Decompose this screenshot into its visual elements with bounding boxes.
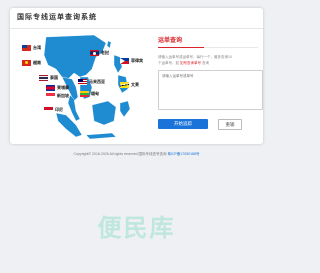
taiwan-flag-icon xyxy=(22,45,31,51)
reset-button[interactable]: 重输 xyxy=(218,119,242,130)
vietnam-flag-icon xyxy=(22,60,31,66)
singapore-flag-icon xyxy=(46,93,55,99)
title-divider xyxy=(158,47,258,48)
southeast-asia-map: 台湾 越南 老挝 菲律宾 泰国 马来西亚 柬埔寨 缅甸 文莱 新加坡 印尼 xyxy=(16,35,148,140)
start-tracking-button[interactable]: 开始追踪 xyxy=(158,119,208,129)
query-panel: 运单查询 请输入运单号或运单号，每行一个，最多查询10 个运单号，如 如号查询单… xyxy=(158,35,263,130)
country-cambodia[interactable]: 柬埔寨 xyxy=(46,85,69,91)
country-taiwan[interactable]: 台湾 xyxy=(22,45,41,51)
hint-middle: 个运单号，如 xyxy=(158,61,179,65)
country-philippines[interactable]: 菲律宾 xyxy=(120,58,143,64)
country-singapore[interactable]: 新加坡 xyxy=(46,93,69,99)
country-indonesia[interactable]: 印尼 xyxy=(44,107,63,113)
query-actions: 开始追踪 重输 xyxy=(158,119,258,130)
laos-flag-icon xyxy=(90,50,99,56)
brunei-flag-icon xyxy=(120,82,129,88)
malaysia-flag-icon xyxy=(78,79,87,85)
hint-example: 如号查询单号 xyxy=(179,61,201,65)
country-malaysia[interactable]: 马来西亚 xyxy=(78,79,105,85)
thailand-flag-icon xyxy=(39,75,48,81)
cambodia-flag-icon xyxy=(46,85,55,91)
icp-link[interactable]: 粤ICP备17050188号 xyxy=(168,152,200,156)
indonesia-flag-icon xyxy=(44,107,53,113)
query-hint: 请输入运单号或运单号，每行一个，最多查询10 个运单号，如 如号查询单号 查询 xyxy=(158,54,258,66)
myanmar-flag-icon xyxy=(80,91,89,97)
country-vietnam[interactable]: 越南 xyxy=(22,60,41,66)
tracking-number-input[interactable] xyxy=(158,70,263,110)
hint-prefix: 请输入运单号或运单号，每行一个，最多查询10 xyxy=(158,55,232,59)
watermark-logo: 便民库 xyxy=(97,214,176,242)
philippines-flag-icon xyxy=(120,58,129,64)
main-card: 国际专线运单查询系统 台湾 越南 老挝 菲律宾 泰国 马来西亚 柬埔寨 缅甸 文… xyxy=(10,8,263,144)
country-brunei[interactable]: 文莱 xyxy=(120,82,139,88)
page-title: 国际专线运单查询系统 xyxy=(10,8,263,29)
page-footer: Copyright© 2016-2026 All rights reserved… xyxy=(0,152,273,157)
copyright-text: Copyright© 2016-2026 All rights reserved… xyxy=(73,152,167,156)
hint-suffix: 查询 xyxy=(201,61,209,65)
query-title: 运单查询 xyxy=(158,38,183,44)
country-myanmar[interactable]: 缅甸 xyxy=(80,91,99,97)
country-thailand[interactable]: 泰国 xyxy=(39,75,58,81)
country-laos[interactable]: 老挝 xyxy=(90,50,109,56)
